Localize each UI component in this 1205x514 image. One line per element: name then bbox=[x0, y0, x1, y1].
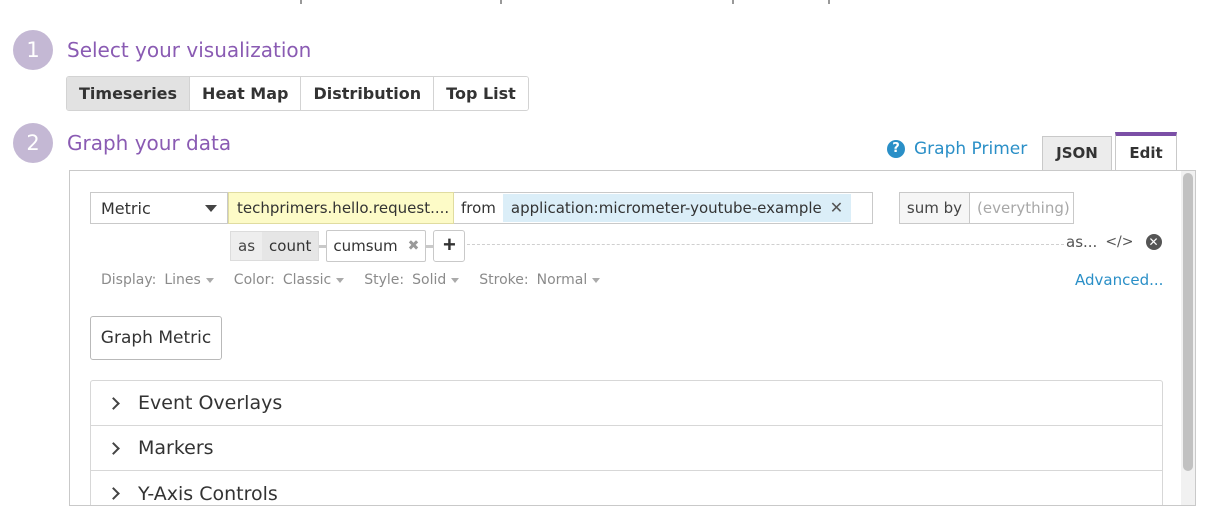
advanced-link[interactable]: Advanced... bbox=[1075, 271, 1163, 289]
tag-chip: application:micrometer-youtube-example ✕ bbox=[502, 194, 852, 222]
close-icon[interactable]: ✕ bbox=[830, 194, 843, 222]
display-label: Display: bbox=[101, 272, 157, 288]
step-2-badge: 2 bbox=[13, 123, 53, 163]
options-accordion: Event Overlays Markers Y-Axis Controls bbox=[90, 380, 1163, 505]
viz-tab-heat-map[interactable]: Heat Map bbox=[190, 77, 302, 110]
viz-tab-top-list[interactable]: Top List bbox=[434, 77, 528, 110]
visualization-selector: Timeseries Heat Map Distribution Top Lis… bbox=[66, 76, 529, 111]
color-label: Color: bbox=[233, 272, 275, 288]
viz-tab-distribution[interactable]: Distribution bbox=[301, 77, 435, 110]
graph-primer-link[interactable]: ? Graph Primer bbox=[887, 139, 1027, 159]
chevron-down-icon bbox=[205, 204, 217, 212]
stroke-label: Stroke: bbox=[479, 272, 529, 288]
tab-json[interactable]: JSON bbox=[1042, 136, 1112, 171]
query-row: Metric techprimers.hello.request.... fro… bbox=[90, 192, 1075, 224]
tag-filter-input[interactable]: application:micrometer-youtube-example ✕ bbox=[502, 192, 873, 224]
connector bbox=[426, 244, 434, 248]
section-event-overlays[interactable]: Event Overlays bbox=[91, 381, 1162, 426]
source-type-value: Metric bbox=[101, 198, 151, 218]
tab-edit[interactable]: Edit bbox=[1115, 132, 1177, 175]
style-label: Style: bbox=[364, 272, 405, 288]
function-chip-cumsum[interactable]: cumsum ✖ bbox=[326, 230, 427, 262]
remove-function-icon[interactable]: ✖ bbox=[408, 238, 420, 254]
section-label: Event Overlays bbox=[138, 392, 283, 414]
query-editor-panel: Metric techprimers.hello.request.... fro… bbox=[69, 170, 1196, 506]
add-function-button[interactable]: + bbox=[433, 230, 466, 262]
viz-tab-timeseries[interactable]: Timeseries bbox=[67, 77, 191, 110]
step-1-title: Select your visualization bbox=[67, 38, 312, 62]
sum-by-group: sum by (everything) bbox=[898, 192, 1075, 224]
function-row: as count cumsum ✖ + bbox=[230, 230, 466, 262]
alias-input[interactable]: as... bbox=[1066, 233, 1097, 251]
question-icon: ? bbox=[887, 140, 905, 158]
metric-name-input[interactable]: techprimers.hello.request.... bbox=[228, 192, 454, 224]
color-value: Classic bbox=[282, 272, 332, 288]
section-y-axis-controls[interactable]: Y-Axis Controls bbox=[91, 471, 1162, 505]
step-1-badge: 1 bbox=[13, 30, 53, 70]
chevron-right-icon bbox=[107, 441, 120, 455]
section-markers[interactable]: Markers bbox=[91, 426, 1162, 471]
connector bbox=[319, 244, 327, 248]
style-option[interactable]: Style: Solid bbox=[364, 272, 460, 288]
chevron-right-icon bbox=[107, 396, 120, 410]
aggregation-select[interactable]: count bbox=[262, 232, 319, 260]
chevron-down-icon bbox=[336, 277, 345, 283]
chevron-down-icon bbox=[205, 277, 214, 283]
display-option[interactable]: Display: Lines bbox=[101, 272, 214, 288]
scrollbar[interactable] bbox=[1181, 171, 1195, 505]
scrollbar-thumb[interactable] bbox=[1183, 173, 1193, 471]
stroke-option[interactable]: Stroke: Normal bbox=[479, 272, 601, 288]
sum-by-input[interactable]: (everything) bbox=[970, 192, 1075, 224]
chevron-down-icon bbox=[592, 277, 601, 283]
color-option[interactable]: Color: Classic bbox=[233, 272, 345, 288]
section-label: Y-Axis Controls bbox=[138, 482, 278, 505]
graph-metric-button[interactable]: Graph Metric bbox=[90, 316, 222, 360]
graph-primer-label: Graph Primer bbox=[914, 139, 1028, 159]
chevron-down-icon bbox=[451, 277, 460, 283]
display-options: Display: Lines Color: Classic Style: Sol… bbox=[101, 272, 620, 288]
code-icon[interactable]: </> bbox=[1105, 234, 1133, 250]
chevron-right-icon bbox=[107, 487, 120, 500]
top-edge-remnant bbox=[300, 0, 830, 4]
aggregation-group: as count bbox=[230, 231, 320, 261]
section-label: Markers bbox=[138, 437, 214, 459]
function-label: cumsum bbox=[333, 237, 398, 255]
step-2-title: Graph your data bbox=[67, 131, 232, 155]
sum-by-label: sum by bbox=[898, 192, 971, 224]
style-value: Solid bbox=[412, 272, 447, 288]
remove-query-icon[interactable]: ✕ bbox=[1145, 234, 1162, 250]
from-label: from bbox=[454, 192, 503, 224]
source-type-select[interactable]: Metric bbox=[90, 192, 228, 224]
row-actions: as... </> ✕ bbox=[1066, 233, 1162, 251]
tag-chip-label: application:micrometer-youtube-example bbox=[510, 199, 822, 217]
function-chain-line bbox=[457, 244, 1064, 245]
display-value: Lines bbox=[164, 272, 201, 288]
as-label: as bbox=[238, 237, 256, 255]
stroke-value: Normal bbox=[536, 272, 588, 288]
